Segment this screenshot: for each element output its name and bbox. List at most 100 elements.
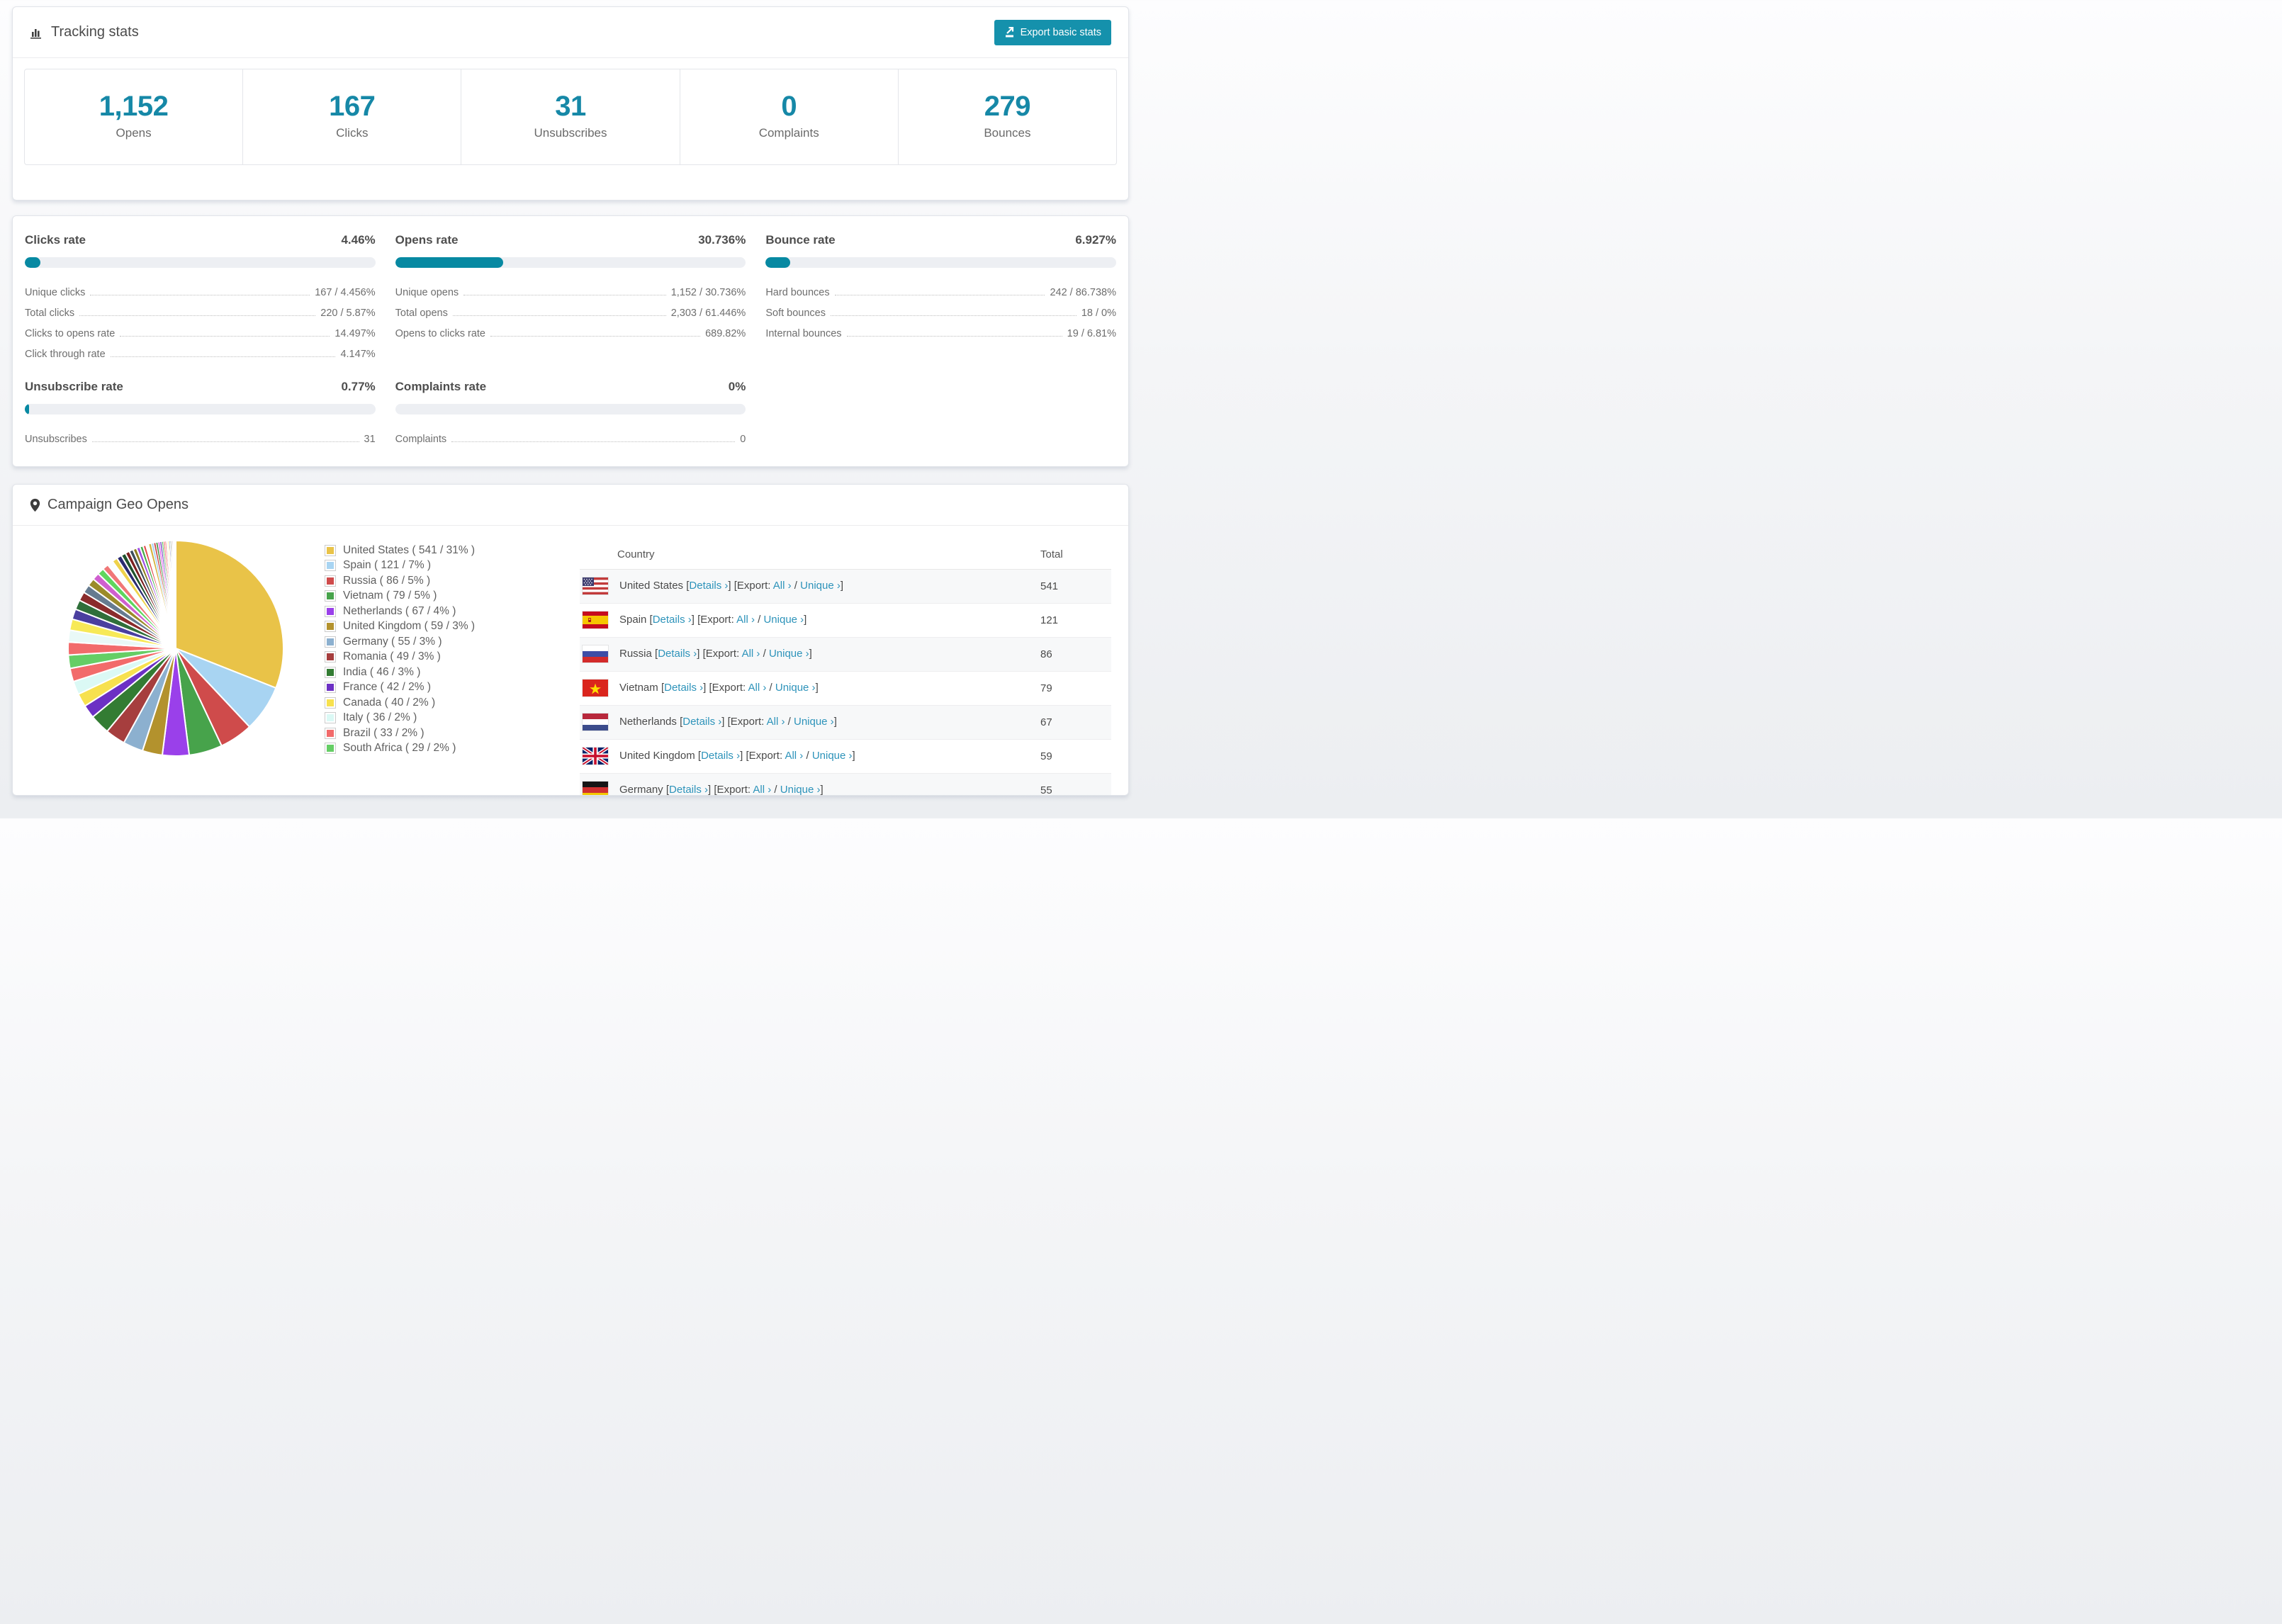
stat-label: Bounces	[984, 126, 1031, 140]
rate-row-label: Clicks to opens rate	[25, 328, 116, 339]
tracking-stats-header: Tracking stats Export basic stats	[13, 7, 1128, 58]
stat-value: 0	[781, 91, 797, 122]
rate-row-value: 18 / 0%	[1081, 308, 1116, 319]
legend-label: Germany ( 55 / 3% )	[343, 635, 442, 648]
legend-swatch	[325, 666, 336, 678]
details-link[interactable]: Details ›	[701, 750, 740, 762]
export-label: [Export:	[709, 681, 748, 694]
legend-label: Spain ( 121 / 7% )	[343, 559, 432, 572]
geo-table-container: Country Total United States [Details ›] …	[580, 541, 1111, 796]
export-all-link[interactable]: All ›	[748, 682, 767, 694]
export-label: [Export:	[734, 579, 773, 592]
export-all-link[interactable]: All ›	[736, 614, 755, 626]
details-link[interactable]: Details ›	[664, 682, 703, 694]
details-link[interactable]: Details ›	[653, 614, 692, 626]
export-unique-link[interactable]: Unique ›	[794, 716, 834, 728]
stat-value: 167	[329, 91, 376, 122]
rate-title: Complaints rate	[395, 380, 487, 393]
rate-panel: Clicks rate 4.46% Unique clicks 167 / 4.…	[25, 233, 376, 360]
stat-cell: 31 Unsubscribes	[461, 69, 680, 164]
export-unique-link[interactable]: Unique ›	[763, 614, 804, 626]
total-cell: 121	[1026, 603, 1111, 638]
export-label: [Export:	[746, 749, 785, 762]
legend-item: Netherlands ( 67 / 4% )	[325, 604, 566, 619]
rate-row-label: Complaints	[395, 434, 447, 445]
country-name: Spain	[619, 613, 650, 626]
rate-row-label: Unique opens	[395, 287, 459, 298]
rate-panel: Unsubscribe rate 0.77% Unsubscribes 31	[25, 380, 376, 445]
stat-cell: 167 Clicks	[243, 69, 462, 164]
dotted-leader	[830, 315, 1077, 316]
details-link[interactable]: Details ›	[658, 648, 697, 660]
rate-progress-bar	[395, 404, 746, 415]
rate-value: 0%	[728, 380, 746, 393]
export-label: [Export:	[714, 783, 753, 796]
details-link[interactable]: Details ›	[669, 784, 708, 795]
legend-item: Canada ( 40 / 2% )	[325, 695, 566, 711]
flag-es-icon	[583, 611, 608, 628]
geo-body: United States ( 541 / 31% ) Spain ( 121 …	[13, 526, 1128, 796]
export-unique-link[interactable]: Unique ›	[812, 750, 853, 762]
rate-title: Unsubscribe rate	[25, 380, 123, 393]
dotted-leader	[846, 336, 1062, 337]
rate-progress-bar	[395, 257, 746, 268]
rate-detail-row: Total clicks 220 / 5.87%	[25, 298, 376, 319]
country-cell: United Kingdom [Details ›] [Export: All …	[580, 739, 1026, 774]
bracket: ]	[815, 681, 819, 694]
legend-label: Italy ( 36 / 2% )	[343, 711, 417, 724]
dotted-leader	[110, 356, 336, 357]
country-cell: United States [Details ›] [Export: All ›…	[580, 569, 1026, 604]
export-unique-link[interactable]: Unique ›	[800, 580, 841, 592]
rate-detail-row: Soft bounces 18 / 0%	[765, 298, 1116, 319]
flag-us-icon	[583, 577, 608, 594]
dotted-leader	[451, 441, 736, 442]
stat-label: Clicks	[336, 126, 369, 140]
details-link[interactable]: Details ›	[689, 580, 728, 592]
rate-row-label: Total opens	[395, 308, 448, 319]
legend-label: Romania ( 49 / 3% )	[343, 650, 441, 663]
rate-row-value: 242 / 86.738%	[1050, 287, 1116, 298]
export-unique-link[interactable]: Unique ›	[775, 682, 816, 694]
legend-item: Romania ( 49 / 3% )	[325, 650, 566, 665]
legend-label: India ( 46 / 3% )	[343, 665, 421, 678]
geo-title: Campaign Geo Opens	[47, 497, 189, 512]
export-unique-link[interactable]: Unique ›	[780, 784, 821, 795]
bracket: ]	[840, 579, 844, 592]
rate-row-value: 14.497%	[335, 328, 376, 339]
export-label: [Export:	[697, 613, 737, 626]
export-all-link[interactable]: All ›	[753, 784, 771, 795]
legend-swatch	[325, 697, 336, 709]
export-all-link[interactable]: All ›	[773, 580, 792, 592]
stat-value: 1,152	[99, 91, 169, 122]
geo-table-row: United Kingdom [Details ›] [Export: All …	[580, 739, 1111, 774]
geo-table-row: Germany [Details ›] [Export: All › / Uni…	[580, 773, 1111, 796]
country-name: Russia	[619, 647, 656, 660]
details-link[interactable]: Details ›	[682, 716, 721, 728]
stat-cell: 279 Bounces	[899, 69, 1116, 164]
bracket: ]	[809, 647, 812, 660]
geo-table-row: Spain [Details ›] [Export: All › / Uniqu…	[580, 603, 1111, 638]
rate-value: 30.736%	[698, 233, 746, 247]
country-name: Netherlands	[619, 715, 680, 728]
legend-swatch	[325, 636, 336, 648]
export-label: [Export:	[702, 647, 742, 660]
rate-title: Opens rate	[395, 233, 459, 247]
legend-swatch	[325, 590, 336, 602]
export-all-link[interactable]: All ›	[785, 750, 803, 762]
export-unique-link[interactable]: Unique ›	[769, 648, 809, 660]
geo-table-row: Vietnam [Details ›] [Export: All › / Uni…	[580, 671, 1111, 706]
stat-value: 279	[984, 91, 1031, 122]
bracket: ]	[820, 783, 824, 796]
export-all-link[interactable]: All ›	[767, 716, 785, 728]
rate-row-value: 31	[364, 434, 376, 445]
rate-title: Clicks rate	[25, 233, 86, 247]
rate-progress-bar	[25, 257, 376, 268]
export-basic-stats-button[interactable]: Export basic stats	[994, 19, 1111, 45]
rate-row-value: 4.147%	[340, 349, 376, 360]
country-cell: Spain [Details ›] [Export: All › / Uniqu…	[580, 603, 1026, 638]
flag-nl-icon	[583, 714, 608, 731]
flag-vn-icon	[583, 680, 608, 697]
dotted-leader	[490, 336, 701, 337]
rate-panel: Complaints rate 0% Complaints 0	[395, 380, 746, 445]
export-all-link[interactable]: All ›	[742, 648, 760, 660]
